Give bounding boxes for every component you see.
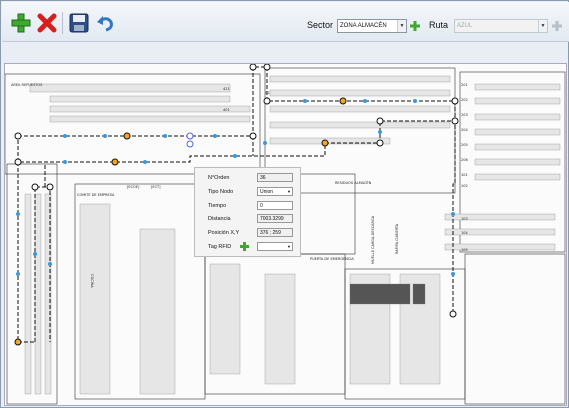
time-field[interactable]: 0: [257, 201, 293, 210]
plus-icon: [410, 21, 420, 31]
sector-label: Sector: [307, 20, 334, 30]
sector-select-value: ZONA ALMACÉN: [340, 23, 387, 29]
add-node-button[interactable]: [8, 10, 34, 36]
position-label: Posición X,Y: [208, 230, 240, 236]
order-field[interactable]: 36: [257, 173, 293, 182]
map-label: COMITE DE EMPRESA: [77, 193, 115, 197]
rfid-tag-select[interactable]: ▼: [257, 242, 293, 251]
map-label: [ECOE]: [127, 185, 140, 189]
chevron-down-icon: ▼: [538, 20, 547, 32]
delete-node-button[interactable]: [34, 10, 60, 36]
map-label: AREA REPUESTOS: [11, 83, 43, 87]
map-label: 203: [461, 113, 468, 117]
map-label: 103: [461, 217, 468, 221]
map-label: 105: [461, 248, 468, 252]
add-route-button[interactable]: [551, 20, 563, 32]
save-button[interactable]: [66, 10, 92, 36]
map-label: COCINA: [90, 274, 94, 288]
plus-icon: [11, 13, 31, 33]
delete-x-icon: [37, 13, 57, 33]
undo-arrow-icon: [97, 16, 113, 32]
map-label: 206: [461, 158, 468, 162]
undo-button[interactable]: [92, 10, 118, 36]
toolbar-separator: [62, 12, 63, 34]
node-type-select[interactable]: Union ▼: [257, 187, 293, 196]
node-type-value: Union: [260, 189, 274, 195]
route-select-value: AZUL: [457, 23, 473, 29]
map-label: RESIDUOS ALMACÉN: [335, 180, 372, 185]
floppy-disk-icon: [69, 13, 89, 33]
plus-icon: [552, 21, 562, 31]
map-label: PUERTA DE EMERGENCIA: [310, 257, 354, 261]
toolbar: Sector ZONA ALMACÉN ▼ Ruta AZUL ▼: [2, 2, 569, 42]
add-sector-button[interactable]: [409, 20, 421, 32]
map-label: 101: [461, 173, 468, 177]
map-label: 102: [461, 184, 468, 188]
distance-label: Distancia: [208, 216, 231, 222]
map-label: RAMPA CUBIERTA: [395, 223, 399, 254]
map-label: MUELLE CARGA-DESCARGA: [371, 215, 375, 264]
map-label: 104: [461, 231, 468, 235]
app-window: Sector ZONA ALMACÉN ▼ Ruta AZUL ▼ AREA R…: [0, 0, 569, 408]
chevron-down-icon: ▼: [397, 20, 406, 32]
map-label: 401: [223, 108, 230, 112]
map-label: 421: [223, 87, 230, 91]
map-label: 201: [461, 83, 468, 87]
position-field[interactable]: 376 ; 259: [257, 228, 293, 237]
map-label: 204: [461, 128, 468, 132]
route-label: Ruta: [429, 20, 449, 30]
map-label: [ECT]: [151, 185, 161, 189]
map-label: 202: [461, 98, 468, 102]
plus-icon: [239, 241, 249, 251]
add-rfid-button[interactable]: [239, 241, 249, 251]
chevron-down-icon: ▼: [287, 244, 291, 249]
route-select[interactable]: AZUL ▼: [454, 19, 548, 33]
node-properties-panel: N°Orden 36 Tipo Nodo Union ▼ Tiempo 0 Di…: [194, 167, 301, 257]
rfid-tag-label: Tag RFID: [208, 244, 232, 250]
map-label: 205: [461, 143, 468, 147]
distance-field[interactable]: 7003.3299: [257, 214, 293, 223]
node-type-label: Tipo Nodo: [208, 189, 234, 195]
time-label: Tiempo: [208, 203, 227, 209]
chevron-down-icon: ▼: [287, 189, 291, 194]
order-label: N°Orden: [208, 175, 230, 181]
sector-select[interactable]: ZONA ALMACÉN ▼: [337, 19, 407, 33]
